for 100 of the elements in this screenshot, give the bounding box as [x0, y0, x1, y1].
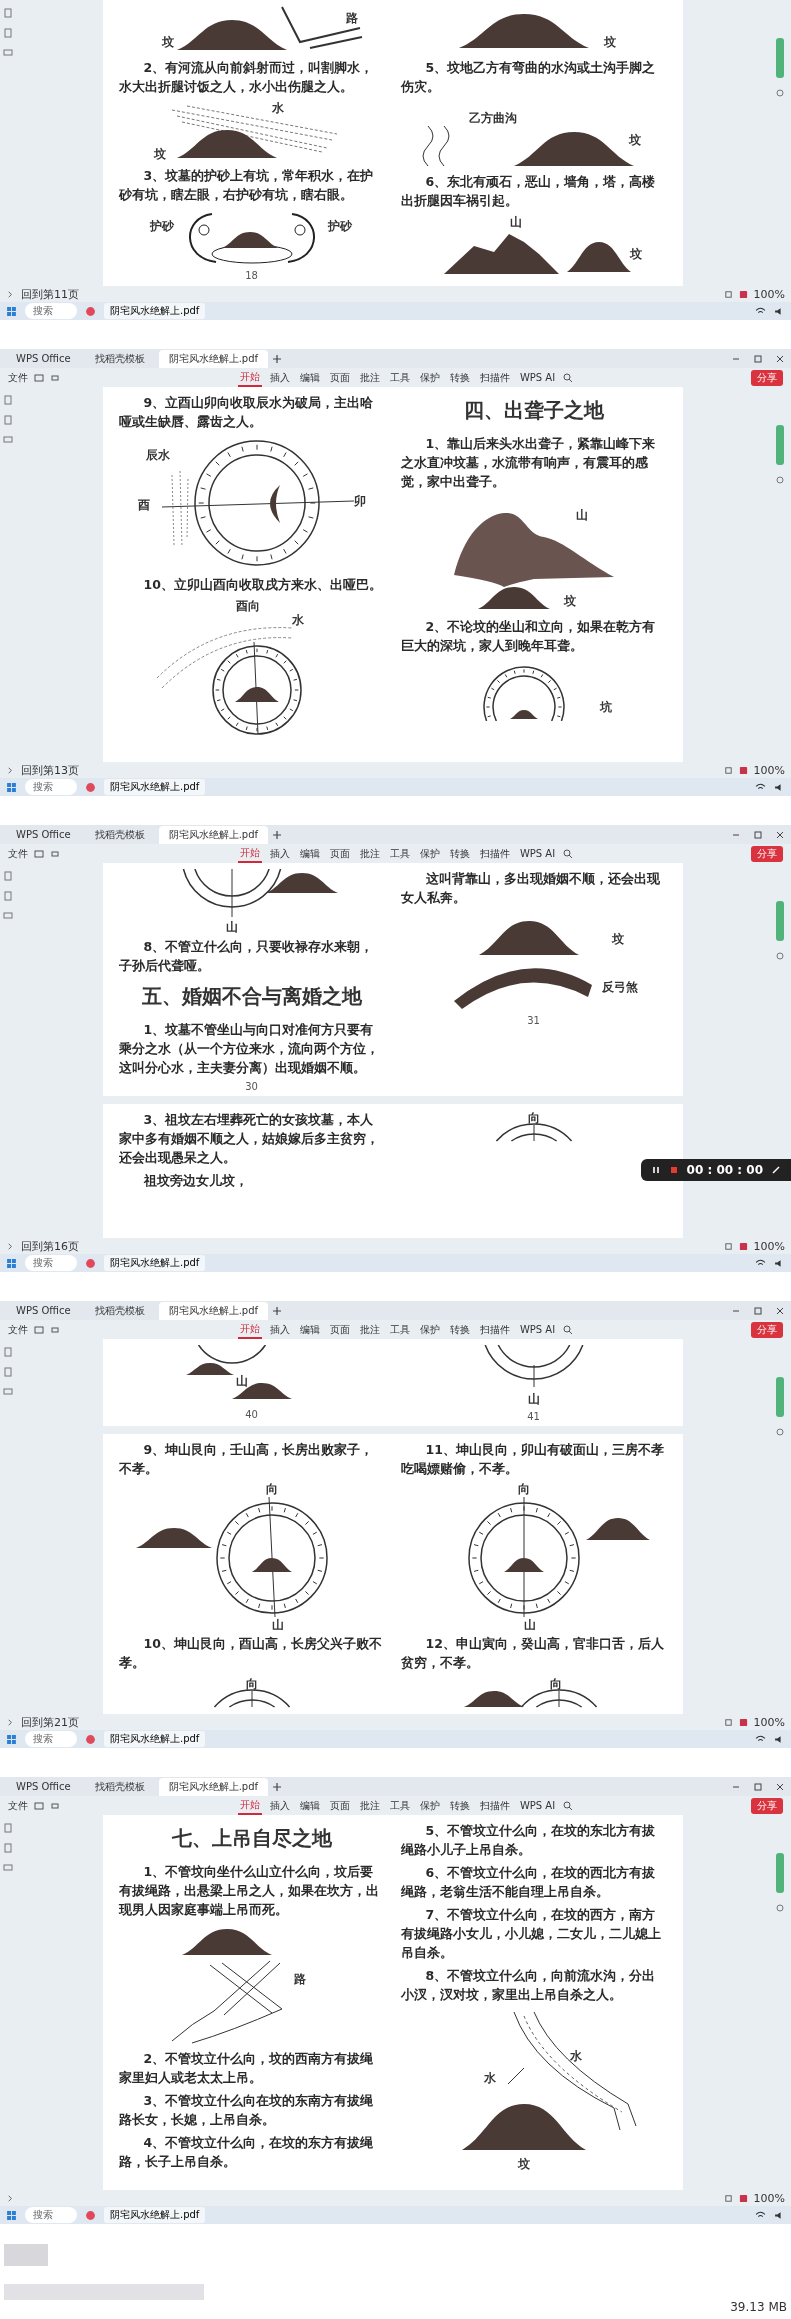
add-tab-icon[interactable]: [272, 1781, 283, 1792]
record-icon[interactable]: [738, 289, 748, 299]
taskbar-app[interactable]: 阴宅风水绝解上.pdf: [104, 1731, 206, 1747]
folder-icon[interactable]: [34, 372, 44, 383]
record-icon[interactable]: [738, 2193, 748, 2203]
ribbon-tab[interactable]: WPS AI: [517, 1323, 558, 1336]
ribbon-tab[interactable]: 编辑: [297, 1797, 322, 1814]
ribbon-tab[interactable]: 工具: [387, 845, 412, 862]
ribbon-tab[interactable]: 转换: [447, 369, 472, 386]
zoom-level[interactable]: 100%: [753, 1239, 785, 1253]
restore-icon[interactable]: [753, 1781, 763, 1792]
zoom-level[interactable]: 100%: [753, 2191, 785, 2205]
file-menu[interactable]: 文件: [8, 1322, 28, 1337]
status-text[interactable]: 回到第13页: [21, 762, 79, 778]
share-button[interactable]: 分享: [751, 369, 783, 386]
restore-icon[interactable]: [753, 1305, 763, 1316]
search-field[interactable]: 搜索: [25, 1255, 77, 1271]
ribbon-tab[interactable]: 页面: [327, 845, 352, 862]
settings-icon[interactable]: [775, 1427, 785, 1437]
windows-icon[interactable]: [6, 781, 17, 793]
restore-icon[interactable]: [753, 829, 763, 840]
expand-icon[interactable]: [6, 289, 15, 299]
page-icon[interactable]: [3, 28, 13, 38]
search-icon[interactable]: [563, 372, 574, 383]
document-tab[interactable]: 找稻壳模板: [84, 825, 155, 844]
search-field[interactable]: 搜索: [25, 303, 77, 319]
ribbon-tab[interactable]: 编辑: [297, 1321, 322, 1338]
ribbon-tab[interactable]: 保护: [417, 369, 442, 386]
ribbon-tab[interactable]: 转换: [447, 845, 472, 862]
record-icon[interactable]: [738, 1717, 748, 1727]
ribbon-tab[interactable]: 工具: [387, 1321, 412, 1338]
taskbar-app[interactable]: 阴宅风水绝解上.pdf: [104, 2207, 206, 2223]
ribbon-tab[interactable]: 扫描件: [477, 1321, 512, 1338]
folder-icon[interactable]: [34, 848, 44, 859]
ribbon-tab[interactable]: 批注: [357, 845, 382, 862]
ribbon-tab[interactable]: WPS AI: [517, 847, 558, 860]
print-icon[interactable]: [50, 1324, 60, 1335]
ribbon-tab[interactable]: WPS AI: [517, 1799, 558, 1812]
share-button[interactable]: 分享: [751, 845, 783, 862]
bookmark-icon[interactable]: [3, 395, 13, 405]
windows-icon[interactable]: [6, 1733, 17, 1745]
page-icon[interactable]: [3, 1367, 13, 1377]
page-icon[interactable]: [3, 415, 13, 425]
view-icon[interactable]: [723, 1717, 733, 1727]
view-icon[interactable]: [723, 2193, 733, 2203]
comment-icon[interactable]: [3, 1387, 13, 1397]
document-tab[interactable]: 阴宅风水绝解上.pdf: [158, 1301, 269, 1320]
windows-icon[interactable]: [6, 305, 17, 317]
close-icon[interactable]: [775, 1781, 785, 1792]
zoom-level[interactable]: 100%: [753, 287, 785, 301]
document-tab[interactable]: WPS Office: [6, 351, 81, 366]
ribbon-tab[interactable]: WPS AI: [517, 371, 558, 384]
ribbon-tab[interactable]: 插入: [267, 369, 292, 386]
expand-icon[interactable]: [6, 765, 15, 775]
ribbon-tab[interactable]: 保护: [417, 845, 442, 862]
taskbar-app[interactable]: 阴宅风水绝解上.pdf: [104, 779, 206, 795]
page-icon[interactable]: [3, 891, 13, 901]
status-text[interactable]: 回到第11页: [21, 286, 79, 302]
document-tab[interactable]: 阴宅风水绝解上.pdf: [158, 825, 269, 844]
ribbon-tab[interactable]: 扫描件: [477, 1797, 512, 1814]
ribbon-tab[interactable]: 编辑: [297, 369, 322, 386]
zoom-level[interactable]: 100%: [753, 763, 785, 777]
ribbon-tab[interactable]: 转换: [447, 1797, 472, 1814]
settings-icon[interactable]: [775, 951, 785, 961]
view-icon[interactable]: [723, 765, 733, 775]
share-button[interactable]: 分享: [751, 1321, 783, 1338]
taskbar-app[interactable]: 阴宅风水绝解上.pdf: [104, 303, 206, 319]
windows-icon[interactable]: [6, 1257, 17, 1269]
search-icon[interactable]: [563, 1800, 574, 1811]
app-icon[interactable]: [85, 305, 96, 317]
document-tab[interactable]: 阴宅风水绝解上.pdf: [158, 349, 269, 368]
share-button[interactable]: 分享: [751, 1797, 783, 1814]
settings-icon[interactable]: [775, 1903, 785, 1913]
app-icon[interactable]: [85, 2209, 96, 2221]
ribbon-tab[interactable]: 编辑: [297, 845, 322, 862]
expand-icon[interactable]: [6, 1241, 15, 1251]
settings-icon[interactable]: [775, 475, 785, 485]
app-icon[interactable]: [85, 1733, 96, 1745]
document-tab[interactable]: 找稻壳模板: [84, 1777, 155, 1796]
windows-icon[interactable]: [6, 2209, 17, 2221]
close-icon[interactable]: [775, 1305, 785, 1316]
record-icon[interactable]: [738, 765, 748, 775]
settings-icon[interactable]: [775, 88, 785, 98]
add-tab-icon[interactable]: [272, 353, 283, 364]
add-tab-icon[interactable]: [272, 1305, 283, 1316]
search-icon[interactable]: [563, 848, 574, 859]
add-tab-icon[interactable]: [272, 829, 283, 840]
document-tab[interactable]: 找稻壳模板: [84, 1301, 155, 1320]
comment-icon[interactable]: [3, 48, 13, 58]
ribbon-tab[interactable]: 保护: [417, 1797, 442, 1814]
ribbon-tab[interactable]: 页面: [327, 1321, 352, 1338]
view-icon[interactable]: [723, 1241, 733, 1251]
ribbon-tab[interactable]: 插入: [267, 1797, 292, 1814]
ribbon-tab[interactable]: 页面: [327, 369, 352, 386]
search-icon[interactable]: [563, 1324, 574, 1335]
document-tab[interactable]: 阴宅风水绝解上.pdf: [158, 1777, 269, 1796]
file-menu[interactable]: 文件: [8, 846, 28, 861]
zoom-level[interactable]: 100%: [753, 1715, 785, 1729]
comment-icon[interactable]: [3, 911, 13, 921]
ribbon-tab[interactable]: 插入: [267, 1321, 292, 1338]
